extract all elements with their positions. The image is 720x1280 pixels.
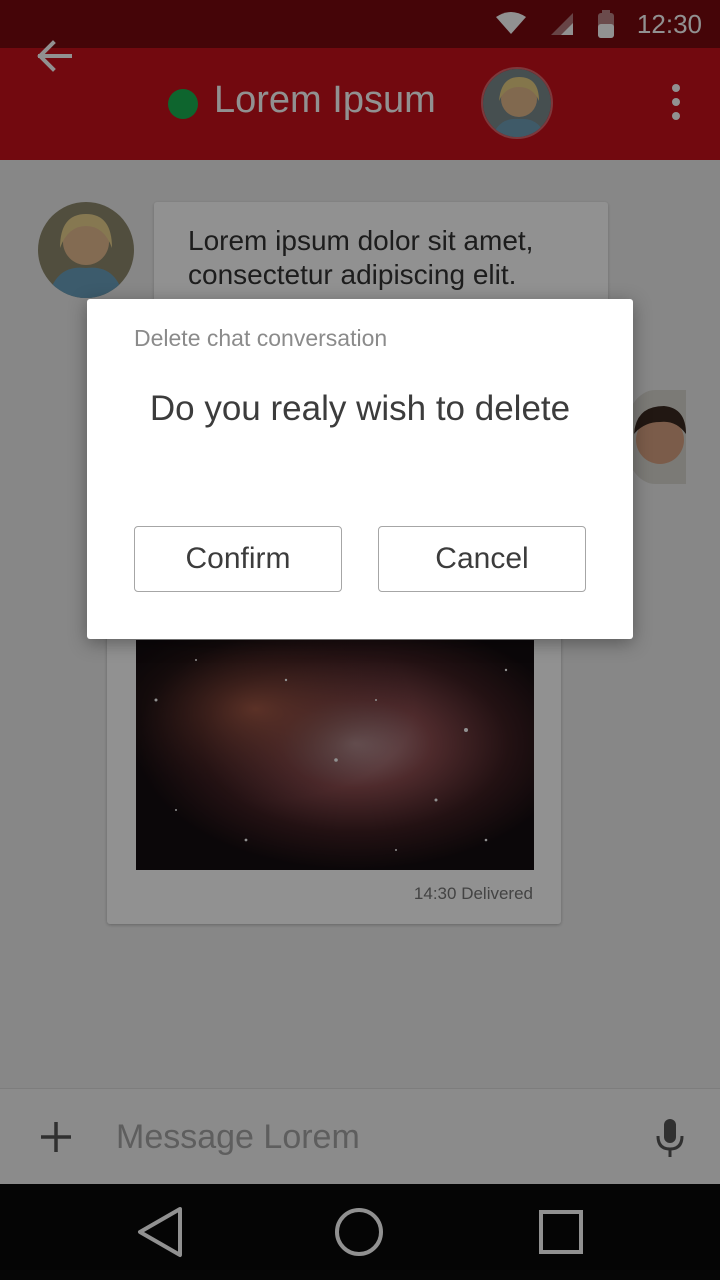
cancel-button[interactable]: Cancel [378,526,586,592]
confirm-button[interactable]: Confirm [134,526,342,592]
delete-conversation-dialog: Delete chat conversation Do you realy wi… [87,299,633,639]
dialog-message: Do you realy wish to delete [149,389,571,428]
dialog-title: Delete chat conversation [134,325,388,351]
modal-scrim[interactable] [0,0,720,1280]
